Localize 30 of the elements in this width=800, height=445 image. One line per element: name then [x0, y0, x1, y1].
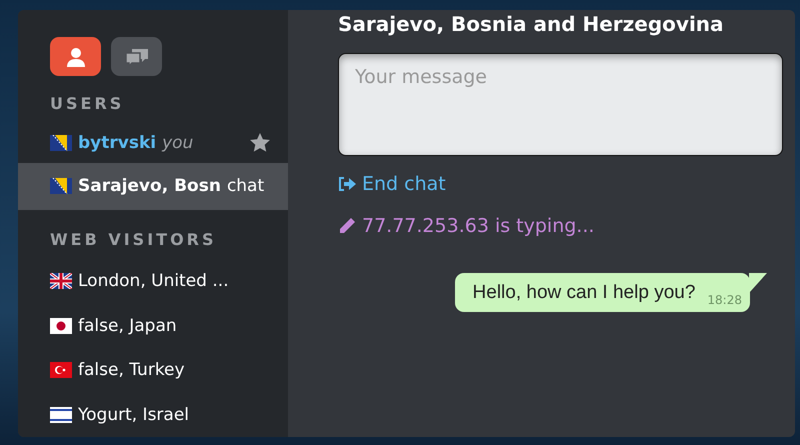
chat-list-item[interactable]: Sarajevo, Bosn chat [18, 162, 288, 210]
flag-icon [50, 406, 72, 423]
flag-icon [50, 273, 72, 290]
message-time: 18:28 [707, 293, 742, 307]
chat-bubbles-icon [124, 46, 150, 66]
visitor-item[interactable]: Yogurt, Israel [18, 392, 288, 437]
chat-title: Sarajevo, Bosnia and Herzegovina [338, 12, 725, 36]
user-name[interactable]: bytrvski [78, 132, 156, 153]
sign-out-icon [338, 176, 356, 192]
sidebar-tab[interactable] [111, 37, 162, 76]
typing-status: 77.77.253.63 is typing... [362, 215, 594, 237]
you-label: you [162, 132, 194, 153]
visitor-item[interactable]: London, United ... [18, 259, 288, 304]
message-text: Hello, how can I help you? [472, 282, 696, 304]
pencil-icon [338, 217, 356, 235]
visitor-item[interactable]: false, Japan [18, 304, 288, 348]
flag-icon [50, 362, 72, 378]
flag-icon [50, 134, 72, 151]
section-heading: WEB VISITORS [49, 230, 218, 250]
chat-label: chat [226, 176, 264, 196]
star-icon[interactable] [250, 133, 270, 152]
user-icon [66, 46, 86, 66]
message-input[interactable]: Your message [338, 53, 783, 156]
section-heading: USERS [49, 94, 126, 113]
visitor-item[interactable]: false, Turkey [18, 348, 288, 393]
end-chat-link[interactable]: End chat [338, 173, 446, 195]
chat-name: Sarajevo, Bosn [78, 176, 221, 196]
flag-icon [50, 318, 72, 334]
flag-icon [50, 178, 72, 194]
sidebar-tab[interactable] [50, 37, 101, 76]
